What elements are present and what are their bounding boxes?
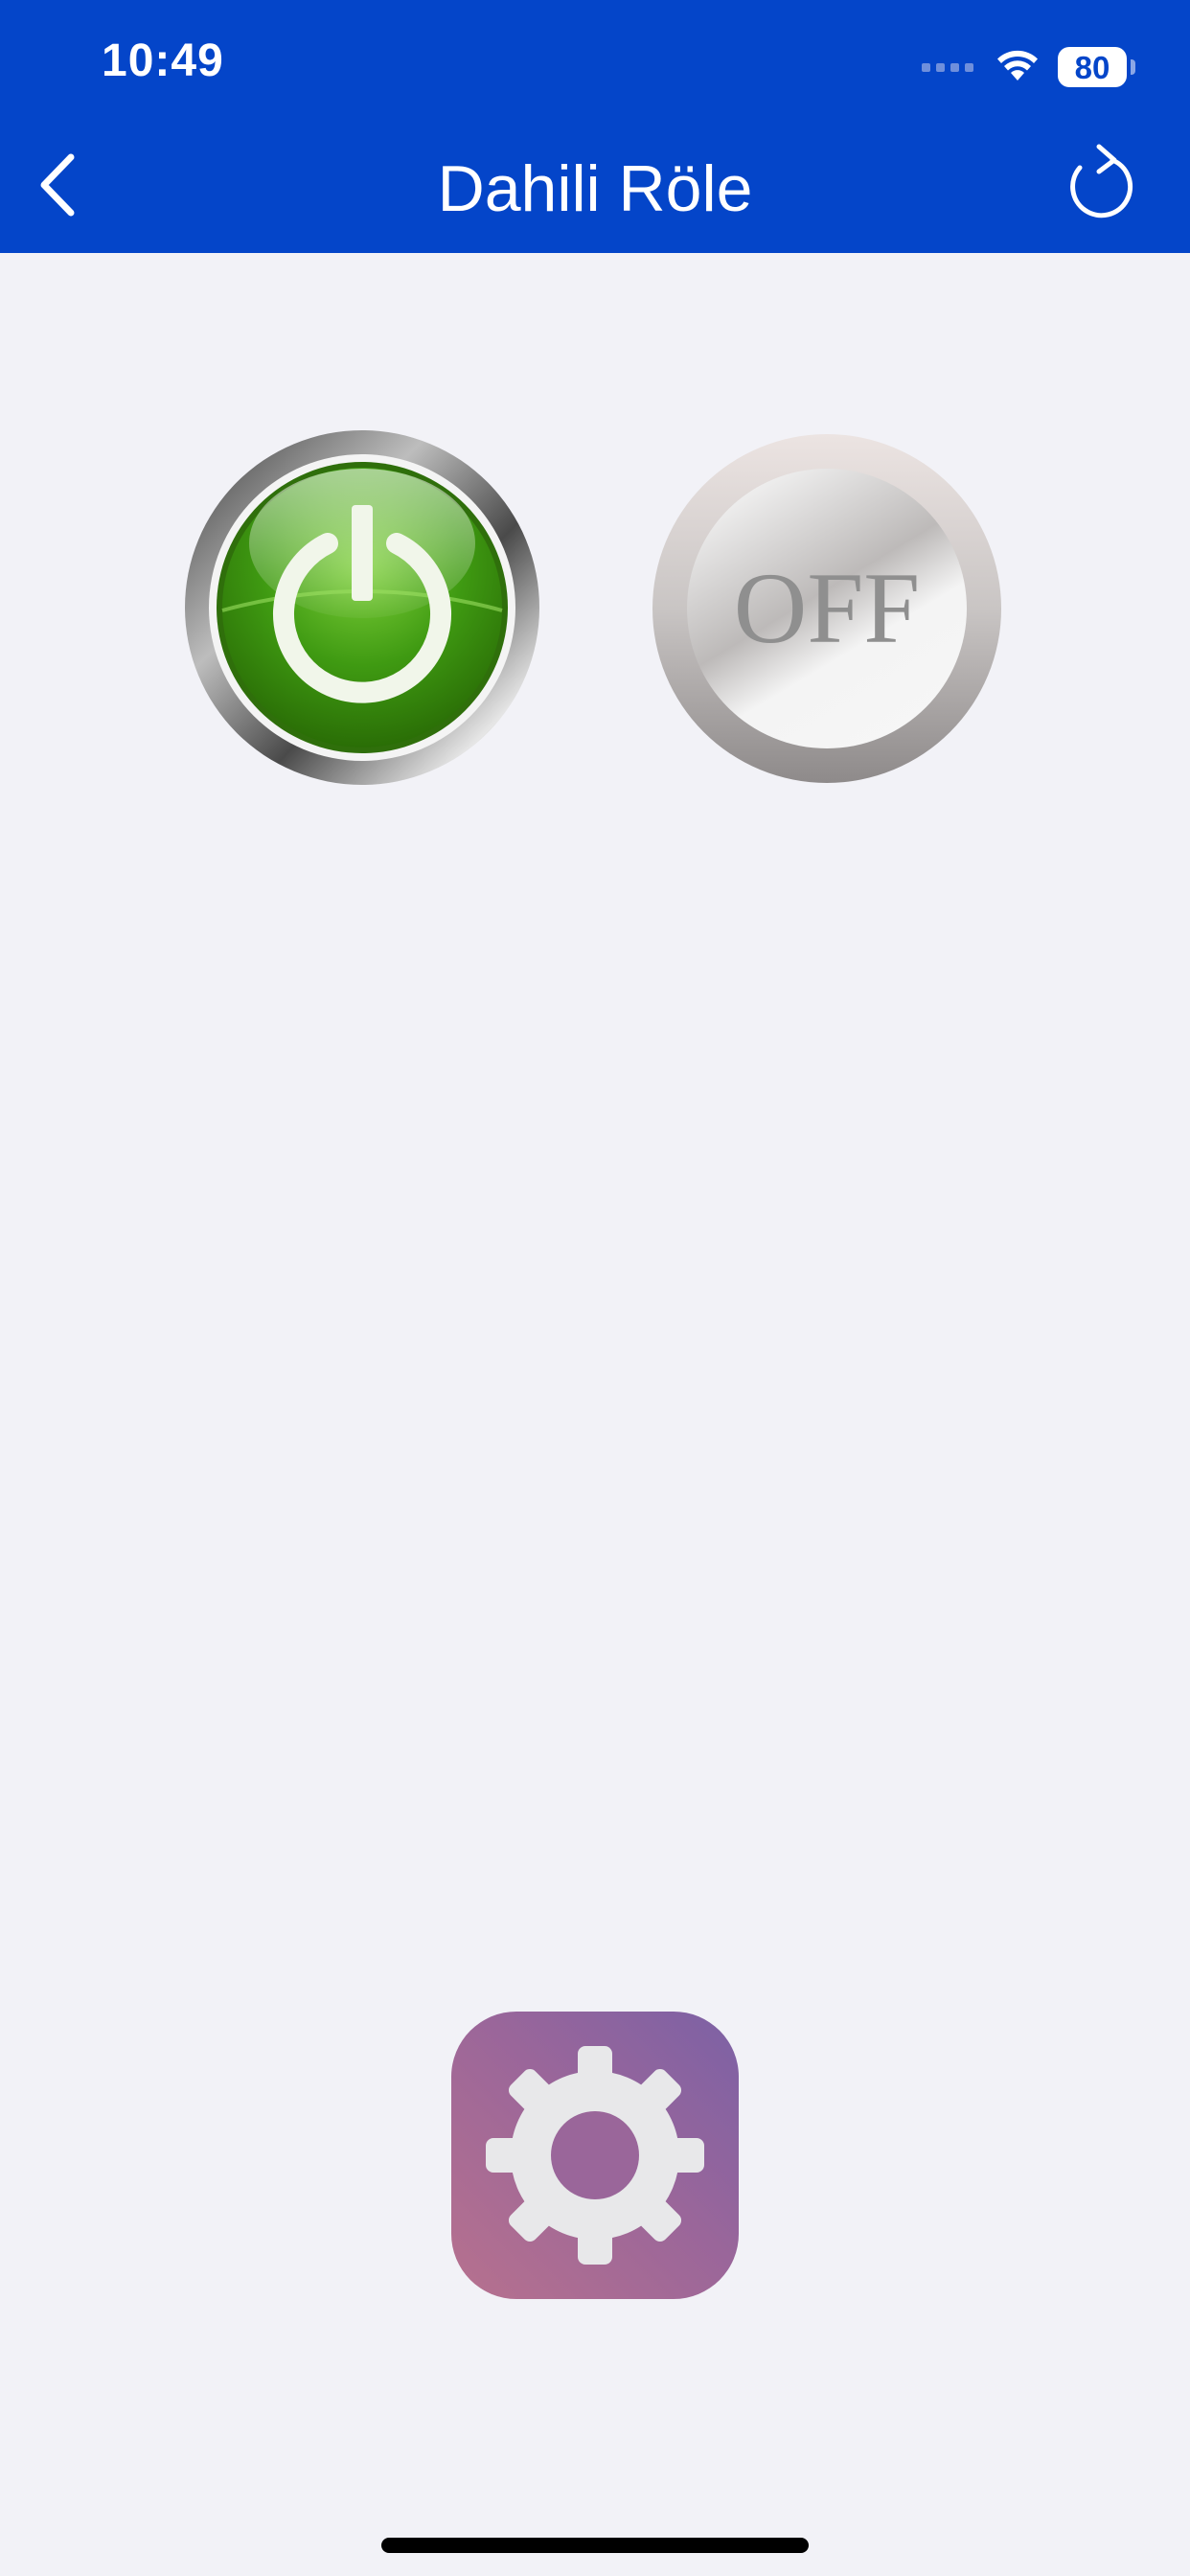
battery-level: 80 xyxy=(1074,49,1110,85)
gear-icon xyxy=(486,2046,704,2265)
signal-dots-icon xyxy=(922,62,973,72)
relay-off-button[interactable]: OFF xyxy=(652,433,1002,784)
power-icon xyxy=(185,430,539,785)
wifi-icon xyxy=(995,48,1041,87)
relay-on-button[interactable] xyxy=(184,428,540,787)
status-indicators: 80 xyxy=(922,38,1135,96)
battery-icon: 80 xyxy=(1058,47,1135,87)
screen: 10:49 80 Dahili Röle OFF xyxy=(0,0,1190,2576)
refresh-icon xyxy=(1070,144,1133,218)
settings-button[interactable] xyxy=(451,2012,739,2299)
off-label: OFF xyxy=(734,552,920,664)
navigation-bar: 10:49 80 Dahili Röle xyxy=(0,0,1190,253)
page-title: Dahili Röle xyxy=(437,152,753,225)
home-indicator[interactable] xyxy=(381,2538,809,2553)
status-time: 10:49 xyxy=(102,35,224,86)
refresh-button[interactable] xyxy=(1062,142,1138,222)
off-button-graphic: OFF xyxy=(652,434,1001,783)
